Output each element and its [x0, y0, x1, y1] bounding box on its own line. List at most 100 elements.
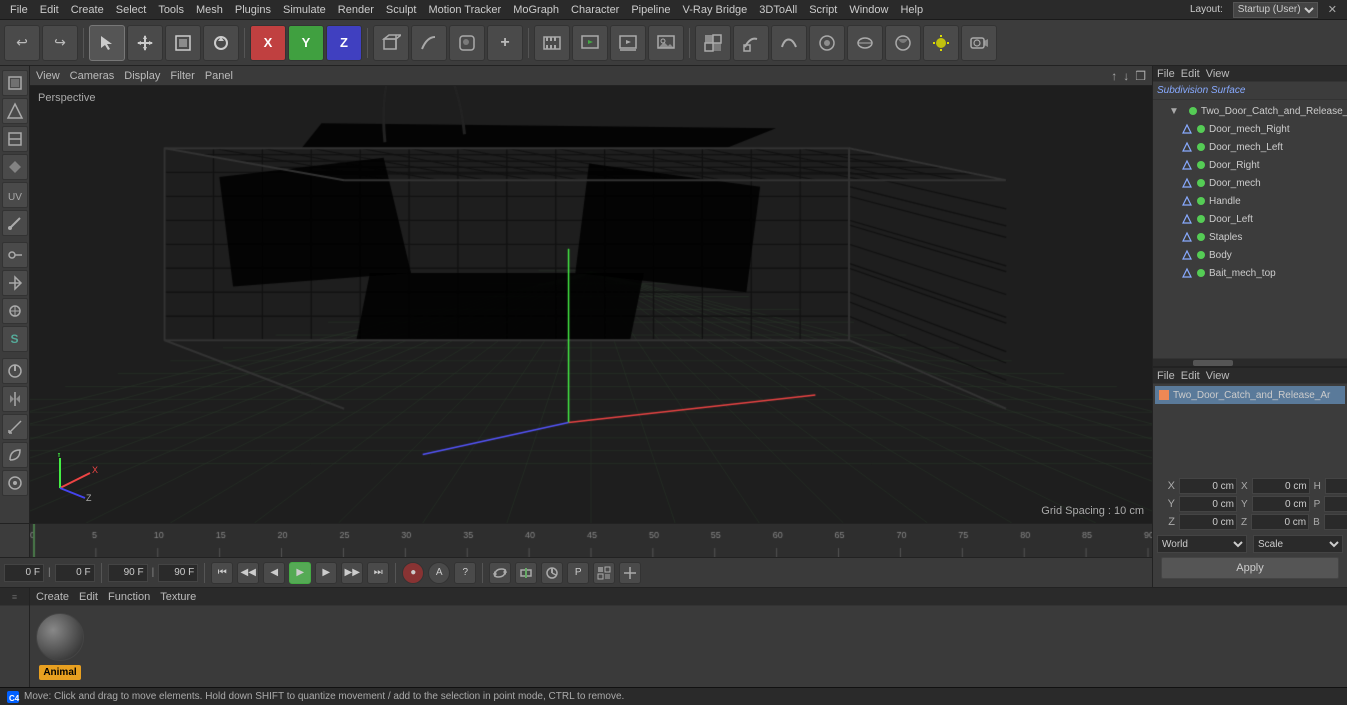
generators-button[interactable]: [809, 25, 845, 61]
fps-field[interactable]: [108, 564, 148, 582]
obj-staples[interactable]: Staples: [1153, 228, 1347, 246]
menu-motion-tracker[interactable]: Motion Tracker: [422, 4, 507, 16]
undo-button[interactable]: ↩: [4, 25, 40, 61]
render-preview-button[interactable]: [619, 562, 641, 584]
viewport-icon-3[interactable]: ❒: [1135, 69, 1146, 83]
render-queue-button[interactable]: [610, 25, 646, 61]
measure-tool[interactable]: [2, 414, 28, 440]
motion-system-button[interactable]: [593, 562, 615, 584]
menu-plugins[interactable]: Plugins: [229, 4, 277, 16]
project-settings-button[interactable]: P: [567, 562, 589, 584]
lighting-button[interactable]: [923, 25, 959, 61]
attr-p-val[interactable]: [1324, 496, 1347, 512]
mat-texture-menu[interactable]: Texture: [160, 591, 196, 603]
attr-y2-val[interactable]: [1252, 496, 1310, 512]
menu-select[interactable]: Select: [110, 4, 153, 16]
obj-bait-mech-top[interactable]: Bait_mech_top: [1153, 264, 1347, 282]
obj-door-mech[interactable]: Door_mech: [1153, 174, 1347, 192]
deformer-button[interactable]: [733, 25, 769, 61]
viewport-cameras-menu[interactable]: Cameras: [70, 70, 115, 82]
pm-file-menu[interactable]: File: [1157, 370, 1175, 382]
render-frame-button[interactable]: [572, 25, 608, 61]
viewport-view-menu[interactable]: View: [36, 70, 60, 82]
timeline-ruler[interactable]: [30, 524, 1152, 557]
y-axis-button[interactable]: Y: [288, 25, 324, 61]
prev-frame-button[interactable]: ◀: [263, 562, 285, 584]
scale-tool[interactable]: [165, 25, 201, 61]
fields-button[interactable]: [847, 25, 883, 61]
rotate-tool[interactable]: [203, 25, 239, 61]
attr-scale-dropdown[interactable]: Scale: [1253, 535, 1343, 553]
record-button[interactable]: ●: [402, 562, 424, 584]
pm-edit-menu[interactable]: Edit: [1181, 370, 1200, 382]
mode-points[interactable]: [2, 98, 28, 124]
z-axis-button[interactable]: Z: [326, 25, 362, 61]
menu-simulate[interactable]: Simulate: [277, 4, 332, 16]
material-button[interactable]: [885, 25, 921, 61]
attr-b-val[interactable]: [1324, 514, 1347, 530]
tool-s[interactable]: S: [2, 326, 28, 352]
spline-button[interactable]: [411, 25, 447, 61]
obj-door-mech-right[interactable]: Door_mech_Right: [1153, 120, 1347, 138]
viewport-filter-menu[interactable]: Filter: [170, 70, 194, 82]
prop-item-main[interactable]: Two_Door_Catch_and_Release_Ar: [1155, 386, 1345, 404]
go-end-button[interactable]: ⏭: [367, 562, 389, 584]
viewport-icon-1[interactable]: ↑: [1111, 69, 1117, 83]
loop-button[interactable]: [489, 562, 511, 584]
attr-z2-val[interactable]: [1251, 514, 1309, 530]
menu-render[interactable]: Render: [332, 4, 380, 16]
viewport-panel-menu[interactable]: Panel: [205, 70, 233, 82]
viewport-canvas[interactable]: [30, 66, 1152, 523]
attr-z-pos[interactable]: [1179, 514, 1237, 530]
playrange-button[interactable]: [515, 562, 537, 584]
current-frame-field[interactable]: [4, 564, 44, 582]
attr-x-pos[interactable]: [1179, 478, 1237, 494]
attr-h-val[interactable]: [1325, 478, 1347, 494]
mode-uvw[interactable]: UV: [2, 182, 28, 208]
animation-button[interactable]: [534, 25, 570, 61]
om-edit-menu[interactable]: Edit: [1181, 68, 1200, 80]
close-icon[interactable]: ✕: [1322, 3, 1343, 16]
mat-function-menu[interactable]: Function: [108, 591, 150, 603]
go-start-button[interactable]: ⏮: [211, 562, 233, 584]
objects-button[interactable]: [695, 25, 731, 61]
splines2-button[interactable]: [771, 25, 807, 61]
attr-world-dropdown[interactable]: World: [1157, 535, 1247, 553]
attr-y-pos[interactable]: [1179, 496, 1237, 512]
menu-edit[interactable]: Edit: [34, 4, 65, 16]
add-object-button[interactable]: +: [487, 25, 523, 61]
menu-window[interactable]: Window: [843, 4, 894, 16]
om-scrollbar-thumb[interactable]: [1193, 360, 1233, 366]
pm-view-menu[interactable]: View: [1206, 370, 1230, 382]
viewport-icon-2[interactable]: ↓: [1123, 69, 1129, 83]
mode-paint[interactable]: [2, 210, 28, 236]
tool-snapping[interactable]: [2, 298, 28, 324]
redo-button[interactable]: ↪: [42, 25, 78, 61]
play-button[interactable]: ▶: [289, 562, 311, 584]
obj-body[interactable]: Body: [1153, 246, 1347, 264]
autokey-button[interactable]: A: [428, 562, 450, 584]
material-item[interactable]: Animal: [36, 613, 84, 680]
mirror-tool[interactable]: [2, 386, 28, 412]
play-back-button[interactable]: ◀◀: [237, 562, 259, 584]
brush-tool[interactable]: [2, 358, 28, 384]
layout-dropdown[interactable]: Startup (User): [1233, 2, 1318, 18]
menu-3dtoall[interactable]: 3DToAll: [753, 4, 803, 16]
x-axis-button[interactable]: X: [250, 25, 286, 61]
om-file-menu[interactable]: File: [1157, 68, 1175, 80]
menu-script[interactable]: Script: [803, 4, 843, 16]
mode-poly[interactable]: [2, 154, 28, 180]
viewport-display-menu[interactable]: Display: [124, 70, 160, 82]
mat-edit-menu[interactable]: Edit: [79, 591, 98, 603]
select-tool[interactable]: [89, 25, 125, 61]
camera-button[interactable]: [961, 25, 997, 61]
mat-create-menu[interactable]: Create: [36, 591, 69, 603]
om-h-scrollbar[interactable]: [1153, 358, 1347, 366]
menu-file[interactable]: File: [4, 4, 34, 16]
play-fwd-button[interactable]: ▶▶: [341, 562, 363, 584]
mode-edges[interactable]: [2, 126, 28, 152]
menu-pipeline[interactable]: Pipeline: [625, 4, 676, 16]
menu-help[interactable]: Help: [894, 4, 929, 16]
obj-door-mech-left[interactable]: Door_mech_Left: [1153, 138, 1347, 156]
nurbs-button[interactable]: [449, 25, 485, 61]
